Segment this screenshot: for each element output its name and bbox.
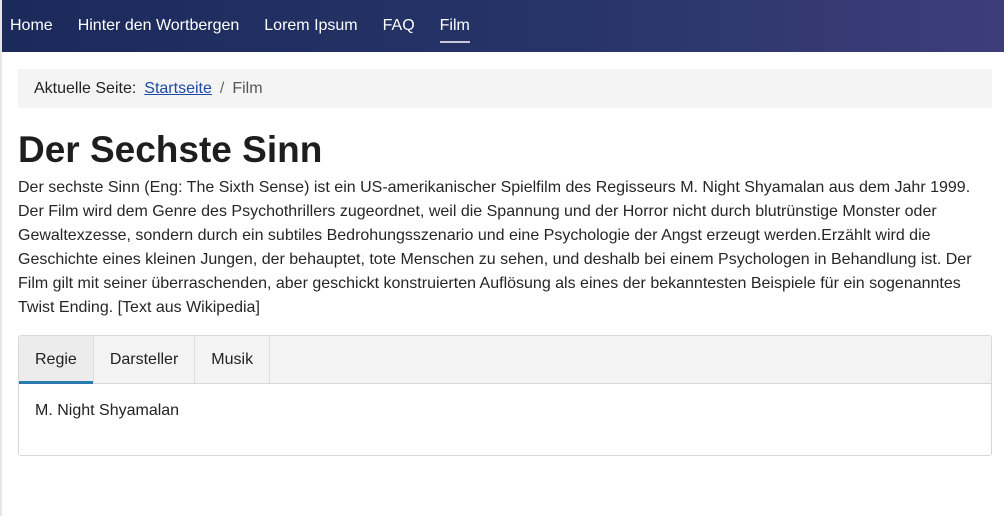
nav-link-home[interactable]: Home [10,16,53,36]
breadcrumb-current: Film [232,79,263,97]
breadcrumb-separator: / [219,79,225,97]
film-tabs: Regie Darsteller Musik M. Night Shyamala… [18,335,992,456]
film-description: Der sechste Sinn (Eng: The Sixth Sense) … [18,179,972,316]
nav-link-faq[interactable]: FAQ [383,16,415,36]
nav-link-hinter-den-wortbergen[interactable]: Hinter den Wortbergen [78,16,240,36]
tab-panel-content: M. Night Shyamalan [35,402,180,419]
tab-bar: Regie Darsteller Musik [19,336,991,384]
breadcrumb-prefix: Aktuelle Seite: [34,79,137,97]
tab-darsteller[interactable]: Darsteller [94,336,196,383]
breadcrumb: Aktuelle Seite: Startseite / Film [18,69,992,108]
nav-link-lorem-ipsum[interactable]: Lorem Ipsum [264,16,357,36]
breadcrumb-home-link[interactable]: Startseite [144,80,212,98]
page-title: Der Sechste Sinn [18,129,323,170]
nav-link-film[interactable]: Film [439,16,471,43]
top-navigation: Home Hinter den Wortbergen Lorem Ipsum F… [2,0,1004,52]
main-content: Aktuelle Seite: Startseite / Film Der Se… [2,69,1004,456]
tab-musik[interactable]: Musik [195,336,271,383]
tab-regie[interactable]: Regie [19,336,94,384]
